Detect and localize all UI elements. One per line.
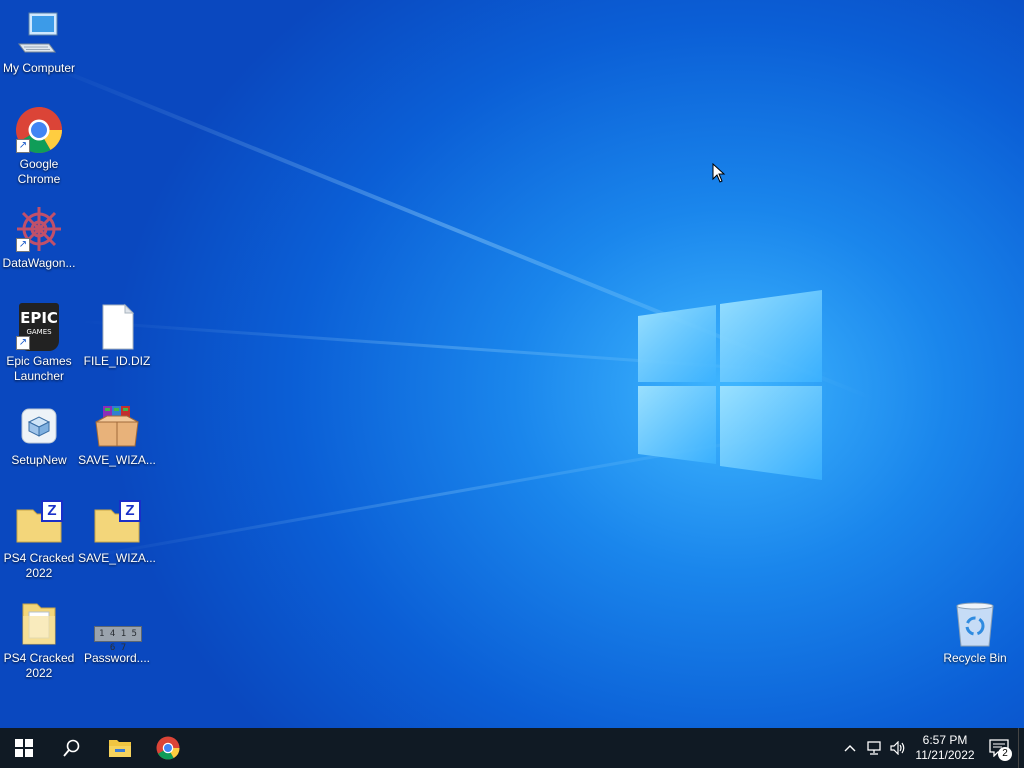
desktop-icon-save-wizard-zip[interactable]: Z SAVE_WIZA...	[78, 500, 156, 566]
desktop-icon-datawagon[interactable]: ↗ DataWagon...	[0, 205, 78, 271]
windows-start-icon	[15, 739, 33, 757]
desktop-icon-google-chrome[interactable]: ↗ Google Chrome	[0, 106, 78, 187]
desktop-icon-label: FILE_ID.DIZ	[83, 354, 151, 368]
shortcut-arrow-icon: ↗	[16, 336, 30, 350]
desktop-icon-label: DataWagon...	[2, 256, 76, 270]
setup-icon	[21, 408, 57, 444]
taskbar-file-explorer[interactable]	[96, 728, 144, 768]
taskbar-clock[interactable]: 6:57 PM 11/21/2022	[910, 733, 980, 763]
desktop-icon-password-file[interactable]: 1 4 1 5 6 7 Password....	[78, 600, 156, 666]
network-icon	[867, 741, 881, 755]
file-explorer-icon	[109, 740, 131, 757]
windows-wallpaper-logo	[638, 290, 822, 480]
desktop-icon-my-computer[interactable]: My Computer	[0, 10, 78, 76]
shortcut-arrow-icon: ↗	[16, 238, 30, 252]
desktop-icon-ps4-cracked-zip[interactable]: Z PS4 Cracked 2022	[0, 500, 78, 581]
winrar-archive-icon	[95, 406, 139, 447]
desktop-icon-file-id-diz[interactable]: FILE_ID.DIZ	[78, 303, 156, 369]
notification-count-badge: 2	[998, 747, 1012, 761]
folder-icon	[22, 603, 56, 645]
epic-logo-text: EPIC	[20, 309, 58, 327]
chrome-icon	[156, 736, 180, 760]
desktop-icon-epic-games-launcher[interactable]: EPIC GAMES ↗ Epic Games Launcher	[0, 303, 78, 384]
file-icon	[102, 303, 135, 350]
desktop-icon-label: Google Chrome	[17, 157, 61, 186]
desktop-icon-label: My Computer	[2, 61, 76, 75]
zip-badge-icon: Z	[119, 500, 141, 522]
desktop-icon-recycle-bin[interactable]: Recycle Bin	[936, 600, 1014, 666]
clock-date: 11/21/2022	[915, 748, 975, 762]
network-button[interactable]	[862, 728, 886, 768]
taskbar-chrome[interactable]	[144, 728, 192, 768]
chevron-up-icon	[844, 745, 856, 752]
desktop-icon-label: PS4 Cracked 2022	[3, 551, 75, 580]
desktop-icon-ps4-cracked-folder[interactable]: PS4 Cracked 2022	[0, 600, 78, 681]
search-button[interactable]	[48, 728, 96, 768]
system-tray: 6:57 PM 11/21/2022 2	[838, 728, 1024, 768]
desktop-icon-label: SAVE_WIZA...	[78, 551, 156, 565]
computer-icon	[18, 12, 58, 53]
desktop-icon-label: SAVE_WIZA...	[78, 453, 156, 467]
desktop-icon-label: Recycle Bin	[943, 651, 1007, 665]
shortcut-arrow-icon: ↗	[16, 139, 30, 153]
volume-button[interactable]	[886, 728, 910, 768]
search-icon	[63, 739, 80, 757]
taskbar: 6:57 PM 11/21/2022 2	[0, 728, 1024, 768]
action-center-button[interactable]: 2	[980, 728, 1018, 768]
show-hidden-icons-button[interactable]	[838, 728, 862, 768]
mouse-cursor-icon	[712, 163, 726, 183]
clock-time: 6:57 PM	[922, 733, 968, 747]
start-button[interactable]	[0, 728, 48, 768]
volume-icon	[890, 741, 905, 755]
desktop-icon-label: SetupNew	[11, 453, 67, 467]
zip-badge-icon: Z	[41, 500, 63, 522]
desktop[interactable]: My Computer ↗ Google Chrome ↗ DataWagon.…	[0, 0, 1024, 728]
show-desktop-button[interactable]	[1018, 728, 1024, 768]
recycle-bin-icon	[956, 602, 994, 647]
password-file-icon: 1 4 1 5 6 7	[94, 626, 142, 653]
desktop-icon-setupnew[interactable]: SetupNew	[0, 402, 78, 468]
desktop-icon-label: PS4 Cracked 2022	[3, 651, 75, 680]
desktop-icon-save-wizard-archive[interactable]: SAVE_WIZA...	[78, 402, 156, 468]
desktop-icon-label: Epic Games Launcher	[6, 354, 72, 383]
